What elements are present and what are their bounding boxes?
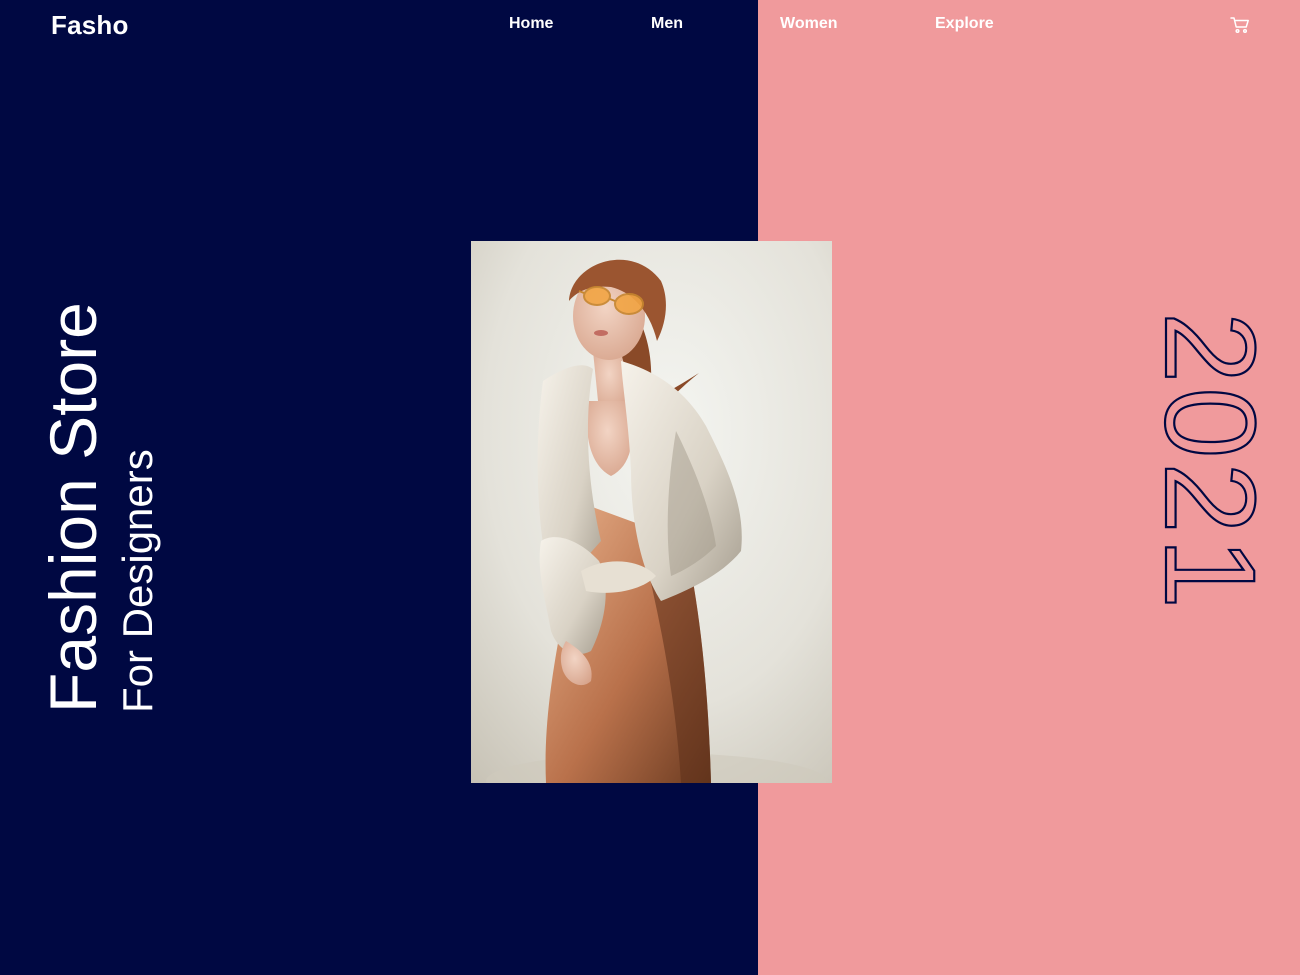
hero-photo — [471, 241, 832, 783]
cart-icon — [1230, 17, 1249, 34]
nav-men[interactable]: Men — [651, 15, 683, 33]
year-text: 2021 — [1158, 312, 1268, 613]
nav-explore[interactable]: Explore — [935, 15, 994, 33]
nav-home[interactable]: Home — [509, 15, 553, 33]
hero-subtitle: For Designers — [114, 449, 161, 713]
cart-button[interactable] — [1230, 16, 1250, 34]
brand-logo[interactable]: Fasho — [51, 10, 129, 41]
year-outline: 2021 — [1158, 312, 1268, 614]
nav-women[interactable]: Women — [780, 15, 837, 33]
model-illustration — [471, 241, 832, 783]
hero-title: Fashion Store — [36, 302, 110, 713]
